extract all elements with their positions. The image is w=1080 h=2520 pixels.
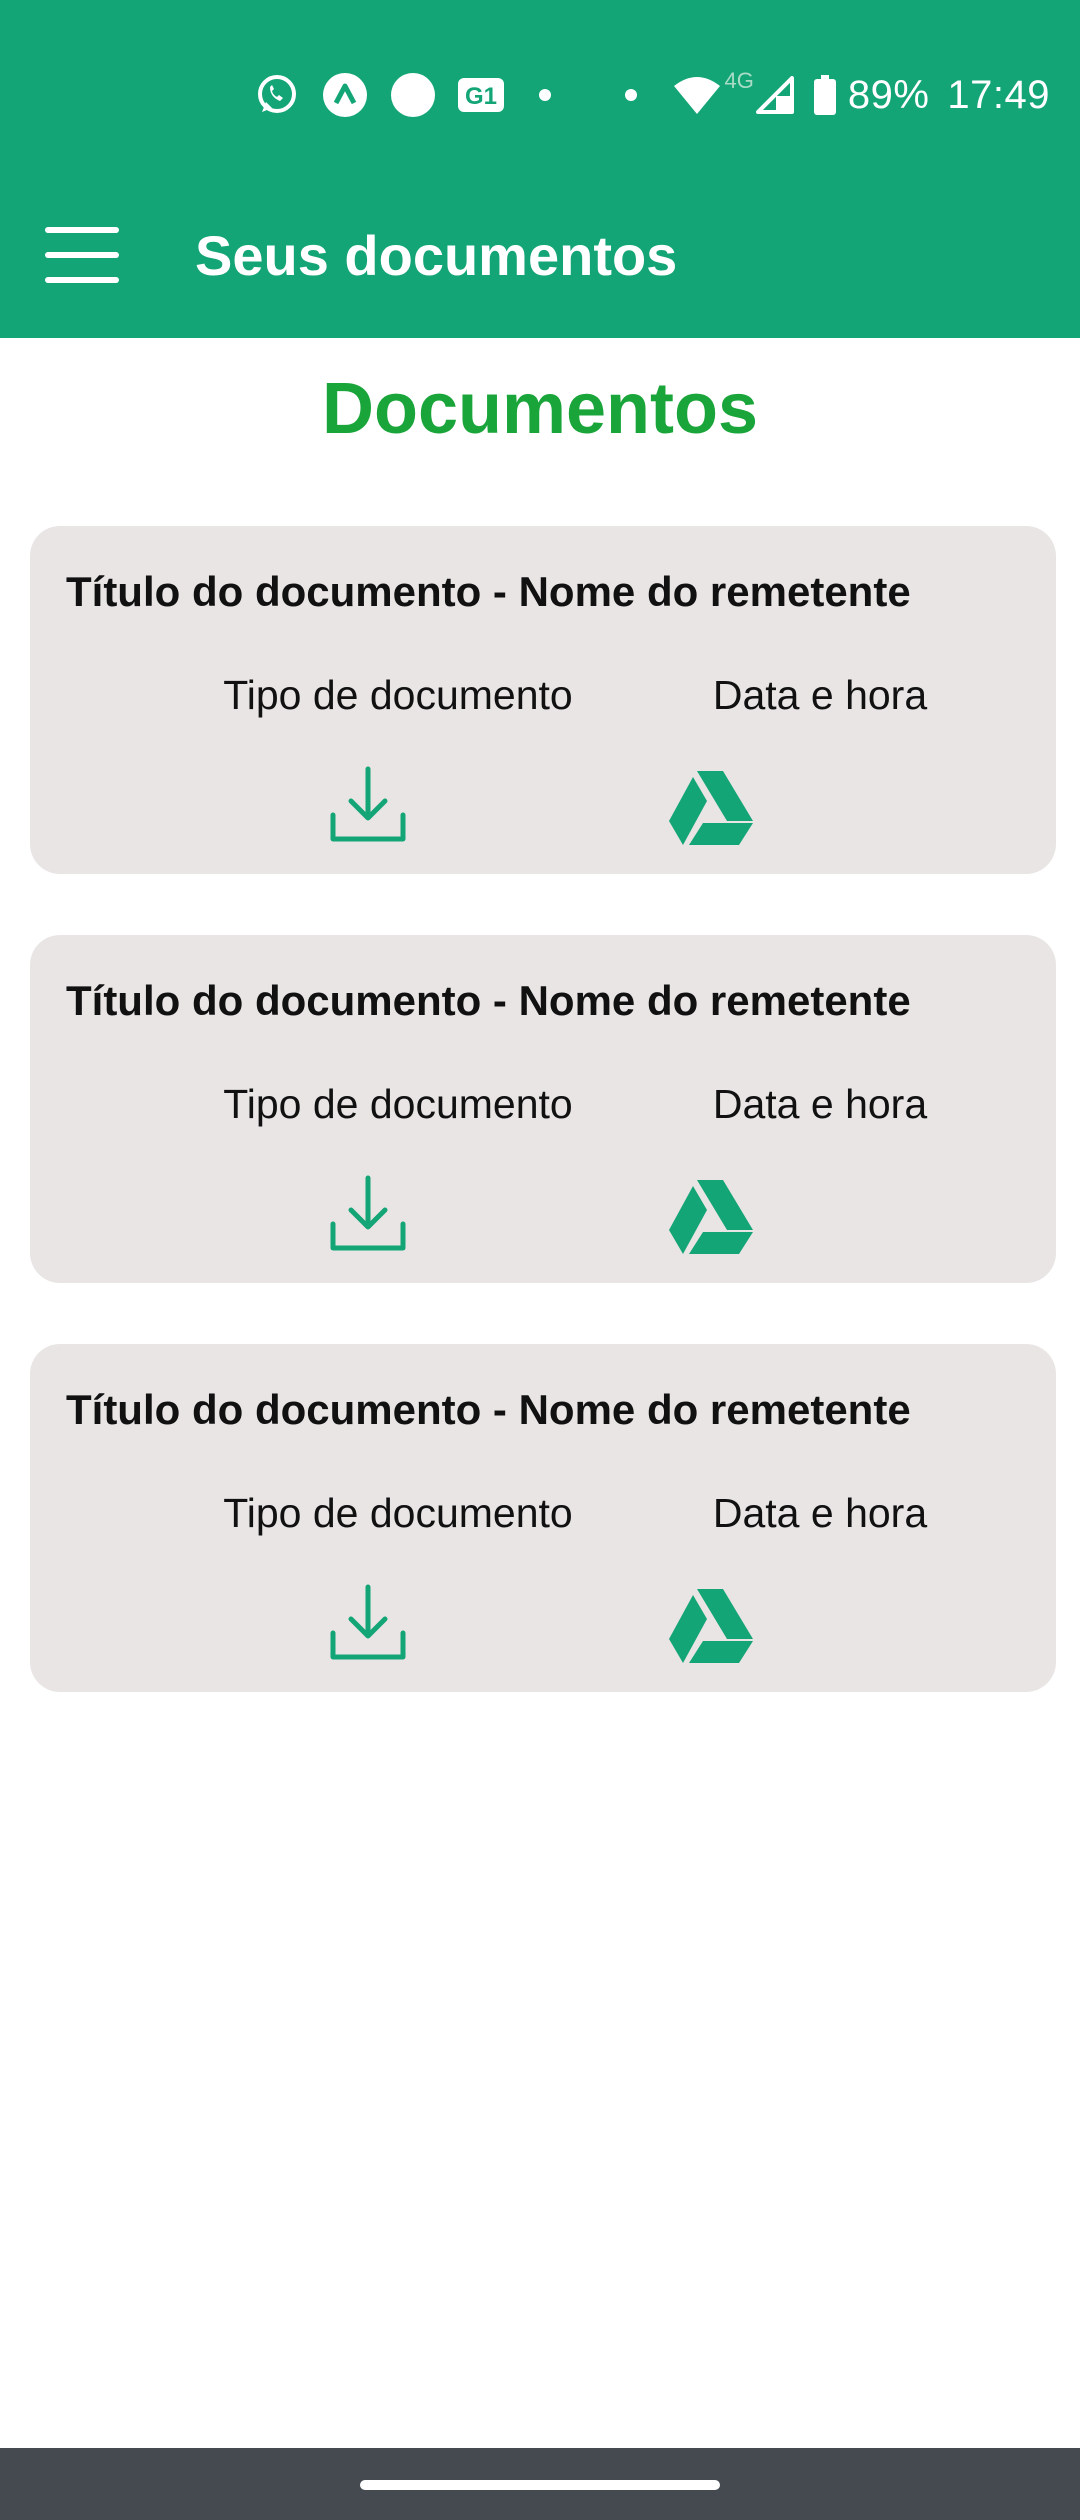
dot-icon: [538, 88, 552, 102]
whatsapp-icon: [254, 72, 300, 118]
google-drive-icon[interactable]: [664, 1584, 758, 1668]
document-card[interactable]: Título do documento - Nome do remetente …: [30, 526, 1056, 874]
google-drive-icon[interactable]: [664, 766, 758, 850]
dot-icon: [624, 88, 638, 102]
document-datetime: Data e hora: [712, 1081, 928, 1127]
document-type: Tipo de documento: [223, 1490, 573, 1536]
hamburger-line: [45, 252, 119, 258]
cell-signal-icon: [755, 76, 794, 114]
document-datetime: Data e hora: [712, 1490, 928, 1536]
battery-percent: 89%: [847, 72, 930, 117]
hamburger-line: [45, 227, 119, 233]
document-datetime: Data e hora: [712, 672, 928, 718]
page-title: Documentos: [321, 369, 759, 449]
system-navigation-bar: [0, 2448, 1080, 2520]
toolbar-title: Seus documentos: [195, 223, 678, 287]
document-title: Título do documento - Nome do remetente: [66, 1386, 911, 1433]
download-icon[interactable]: [326, 1171, 410, 1255]
g1-icon: G1: [458, 78, 505, 112]
google-drive-icon[interactable]: [664, 1175, 758, 1259]
document-title: Título do documento - Nome do remetente: [66, 568, 911, 615]
document-type: Tipo de documento: [223, 1081, 573, 1127]
status-bar: G1 4G 89% 17:49: [232, 62, 1050, 128]
home-gesture-handle[interactable]: [360, 2480, 720, 2490]
svg-text:G1: G1: [465, 83, 497, 110]
clock: 17:49: [947, 72, 1050, 117]
download-icon[interactable]: [326, 762, 410, 846]
document-card[interactable]: Título do documento - Nome do remetente …: [30, 1344, 1056, 1692]
battery-icon: [813, 75, 836, 115]
network-type-label: 4G: [724, 68, 754, 93]
app-bar: G1 4G 89% 17:49 Seus documentos: [0, 0, 1080, 338]
hamburger-line: [45, 277, 119, 283]
document-list: Título do documento - Nome do remetente …: [30, 526, 1056, 1753]
hamburger-icon[interactable]: [45, 227, 119, 283]
download-icon[interactable]: [326, 1580, 410, 1664]
toolbar: Seus documentos: [0, 200, 1080, 310]
document-card[interactable]: Título do documento - Nome do remetente …: [30, 935, 1056, 1283]
document-type: Tipo de documento: [223, 672, 573, 718]
notification-app-icon: [322, 72, 368, 118]
wifi-icon: [674, 76, 721, 114]
dot-app-icon: [390, 72, 436, 118]
document-title: Título do documento - Nome do remetente: [66, 977, 911, 1024]
